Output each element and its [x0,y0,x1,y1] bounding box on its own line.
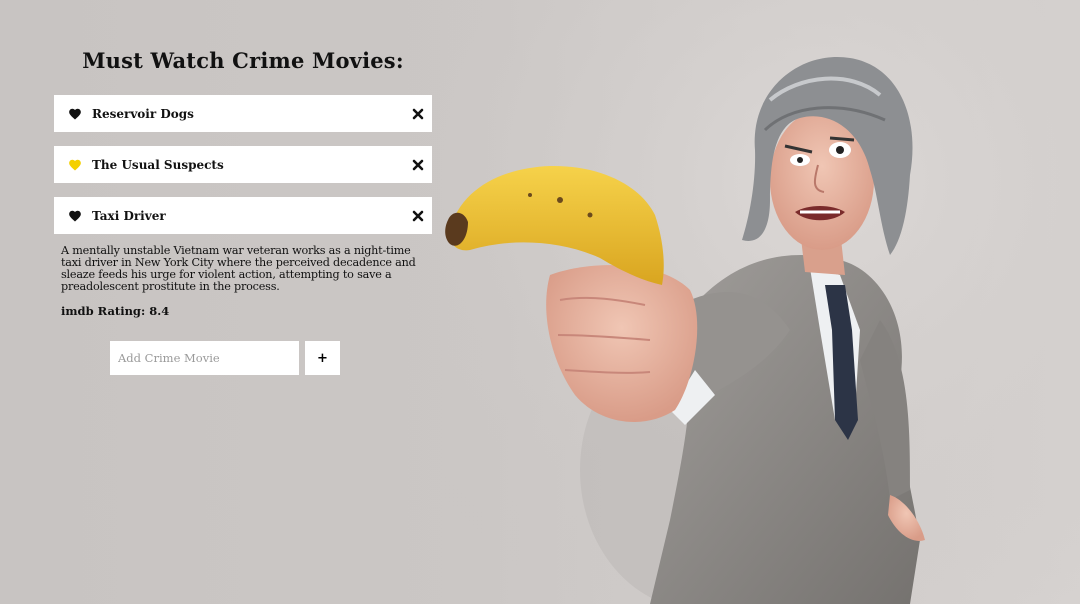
movie-description: A mentally unstable Vietnam war veteran … [61,244,416,293]
close-icon[interactable] [412,108,424,120]
add-movie-form: + [110,341,340,375]
hero-image [440,0,1080,604]
add-movie-button[interactable]: + [305,341,340,375]
add-movie-input[interactable] [110,341,299,375]
movie-item-reservoir-dogs[interactable]: Reservoir Dogs [54,95,432,132]
heart-icon[interactable] [68,107,82,121]
movie-title: Reservoir Dogs [92,106,194,121]
imdb-rating: imdb Rating: 8.4 [61,304,170,318]
heart-icon[interactable] [68,158,82,172]
close-icon[interactable] [412,159,424,171]
movie-list: Reservoir Dogs The Usual Suspects Taxi D… [54,95,432,248]
movie-title: The Usual Suspects [92,157,224,172]
movie-item-the-usual-suspects[interactable]: The Usual Suspects [54,146,432,183]
movie-details: A mentally unstable Vietnam war veteran … [61,244,429,319]
movie-item-taxi-driver[interactable]: Taxi Driver [54,197,432,234]
movie-title: Taxi Driver [92,208,166,223]
close-icon[interactable] [412,210,424,222]
page-title: Must Watch Crime Movies: [82,48,404,73]
heart-icon[interactable] [68,209,82,223]
